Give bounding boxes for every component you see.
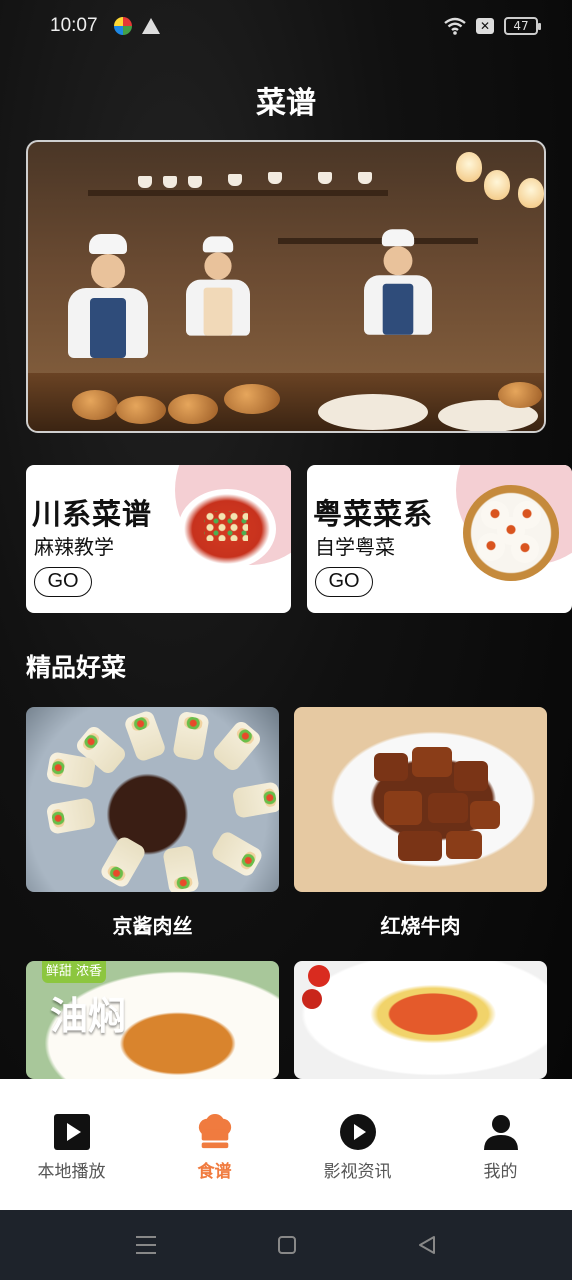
nav-item-recipes[interactable]: 食谱 — [143, 1079, 286, 1210]
system-navigation-bar — [0, 1210, 572, 1280]
go-button[interactable]: GO — [34, 567, 92, 597]
user-icon — [482, 1113, 520, 1151]
section-title: 精品好菜 — [26, 653, 127, 682]
category-card-cantonese[interactable]: 粤菜菜系 自学粤菜 GO — [307, 465, 572, 613]
home-icon[interactable] — [277, 1235, 297, 1255]
mapo-tofu-image — [178, 489, 276, 569]
warning-icon — [141, 18, 160, 34]
nav-label: 我的 — [483, 1162, 518, 1182]
category-title: 粤菜菜系 — [313, 497, 434, 531]
no-sim-icon: ✕ — [476, 18, 494, 34]
nav-item-film-news[interactable]: 影视资讯 — [286, 1079, 429, 1210]
dish-name: 京酱肉丝 — [112, 914, 193, 938]
nav-label: 本地播放 — [37, 1162, 106, 1182]
dish-card-jingjiang-rousi[interactable] — [26, 707, 279, 892]
status-bar: 10:07 ✕ 47 — [0, 0, 572, 52]
category-subtitle: 麻辣教学 — [34, 535, 114, 559]
battery-icon: 47 — [504, 17, 541, 35]
page-title: 菜谱 — [256, 86, 316, 121]
dim-sum-image — [463, 485, 559, 581]
dish-name: 红烧牛肉 — [380, 914, 461, 938]
wifi-icon — [444, 17, 466, 35]
nav-label: 食谱 — [197, 1162, 232, 1182]
category-subtitle: 自学粤菜 — [315, 535, 395, 559]
dish-badge: 鲜甜 浓香 — [42, 961, 106, 983]
play-circle-icon — [339, 1113, 377, 1151]
dish-overlay-text: 油焖 — [50, 994, 127, 1038]
status-time: 10:07 — [50, 15, 98, 36]
nav-item-local-play[interactable]: 本地播放 — [0, 1079, 143, 1210]
nav-item-mine[interactable]: 我的 — [429, 1079, 572, 1210]
go-button[interactable]: GO — [315, 567, 373, 597]
play-square-icon — [53, 1113, 91, 1151]
category-title: 川系菜谱 — [32, 497, 153, 531]
chef-hat-icon — [196, 1113, 234, 1151]
dish-card-youmen-dayxia[interactable]: 鲜甜 浓香 油焖 — [26, 961, 279, 1079]
bottom-navigation: 本地播放 食谱 影视资讯 我的 — [0, 1079, 572, 1210]
category-card-sichuan[interactable]: 川系菜谱 麻辣教学 GO — [26, 465, 291, 613]
menu-icon[interactable] — [135, 1235, 157, 1255]
dish-card-tomato-egg[interactable] — [294, 961, 547, 1079]
banner-image[interactable] — [26, 140, 546, 433]
app-notification-icon — [113, 17, 132, 35]
dish-card-hongshao-niurou[interactable] — [294, 707, 547, 892]
back-icon[interactable] — [417, 1235, 437, 1255]
nav-label: 影视资讯 — [323, 1162, 392, 1182]
